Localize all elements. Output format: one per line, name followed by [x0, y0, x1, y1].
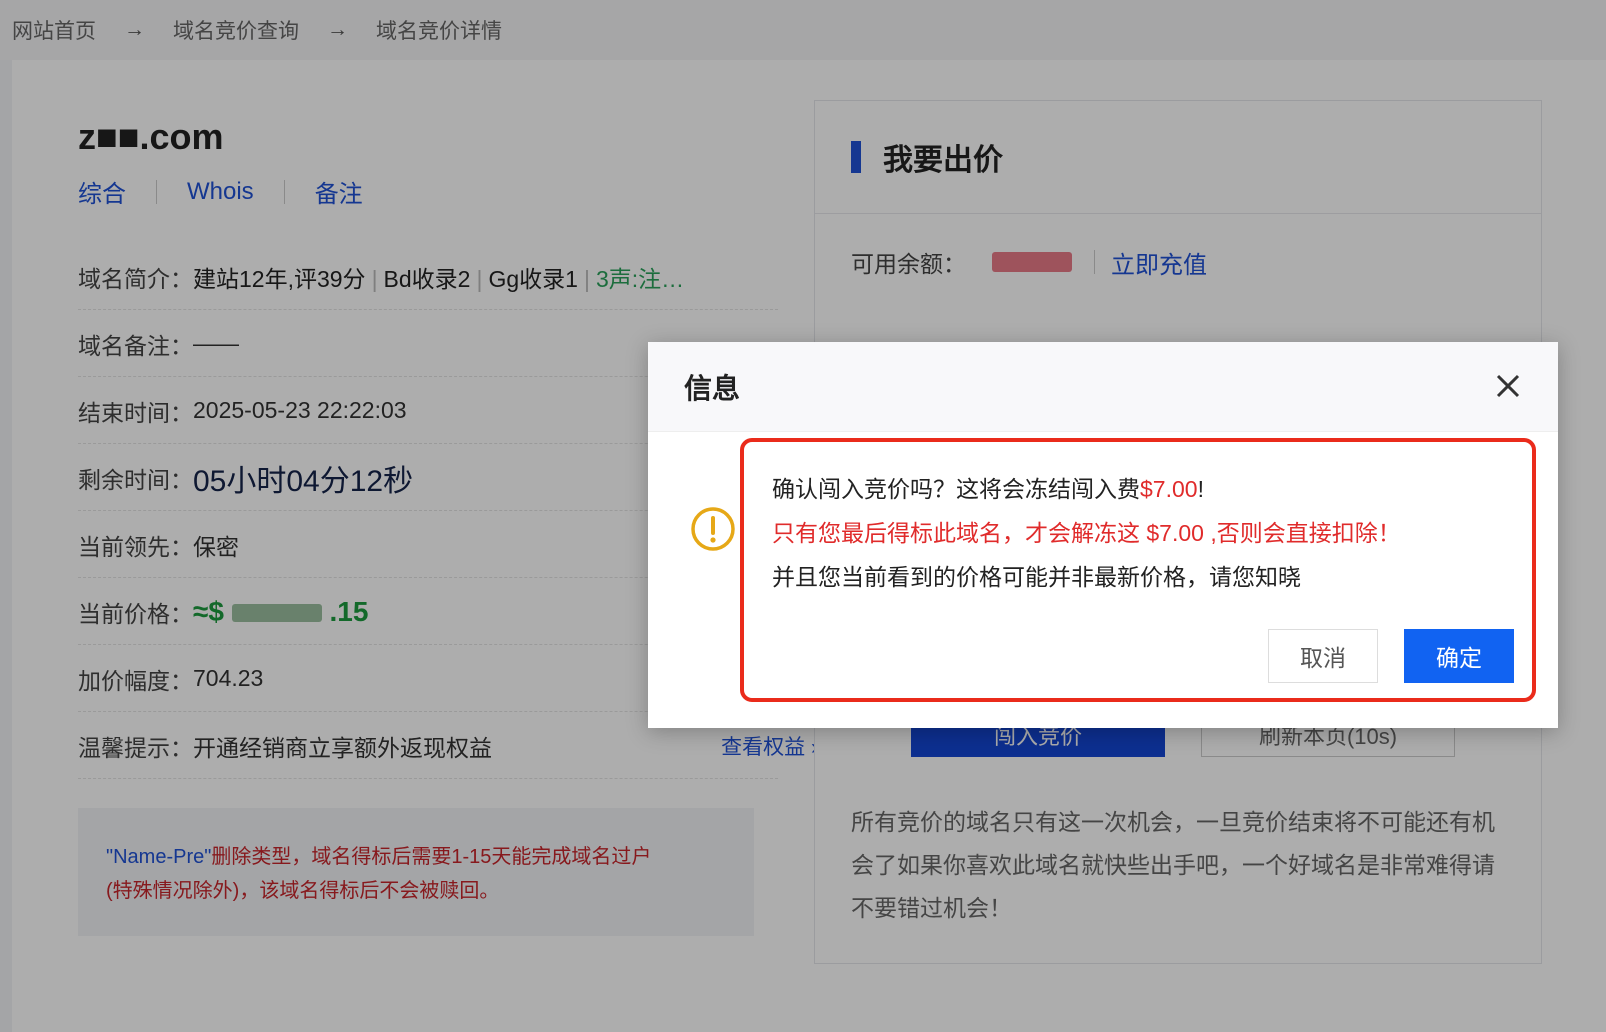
dialog-title: 信息 — [684, 372, 741, 404]
close-icon[interactable] — [1488, 366, 1528, 406]
msg1-suffix: ! — [1197, 476, 1204, 502]
dialog-message-1: 确认闯入竞价吗？这将会冻结闯入费$7.00! — [772, 470, 1204, 504]
cancel-button[interactable]: 取消 — [1268, 629, 1378, 683]
dialog-message-3: 并且您当前看到的价格可能并非最新价格，请您知晓 — [772, 564, 1301, 590]
dialog-header: 信息 — [648, 342, 1558, 432]
warning-icon — [691, 507, 735, 551]
msg1-amount: $7.00 — [1140, 476, 1198, 502]
dialog-message-2: 只有您最后得标此域名，才会解冻这 $7.00 ,否则会直接扣除！ — [772, 520, 1401, 546]
confirm-button[interactable]: 确定 — [1404, 629, 1514, 683]
confirm-dialog: 信息 确认闯入竞价吗？这将会冻结闯入费$7.00! 只有您最后得标此域名，才会解… — [648, 342, 1558, 728]
msg1-prefix: 确认闯入竞价吗？这将会冻结闯入费 — [772, 476, 1140, 502]
